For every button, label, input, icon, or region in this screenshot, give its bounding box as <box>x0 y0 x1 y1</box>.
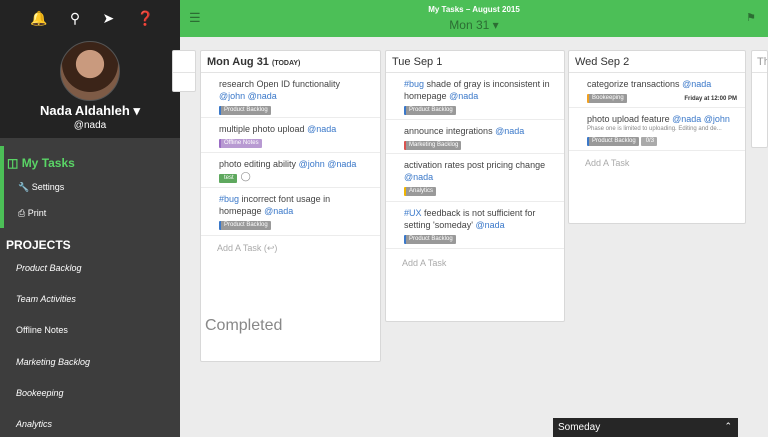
task-mentions[interactable]: @nada <box>682 79 711 89</box>
active-indicator <box>0 146 4 228</box>
menu-settings[interactable]: 🔧 Settings <box>18 182 64 193</box>
task-description: Phase one is limited to uploading. Editi… <box>587 126 722 132</box>
project-team-activities[interactable]: Team Activities <box>16 294 76 304</box>
task-text: multiple photo upload <box>219 124 305 134</box>
column-wed: Wed Sep 2 categorize transactions @nada … <box>568 50 746 224</box>
projects-heading: PROJECTS <box>6 238 71 252</box>
task-text: photo upload feature <box>587 114 670 124</box>
user-handle: @nada <box>73 120 107 131</box>
column-mon-header: Mon Aug 31 (TODAY) <box>201 51 380 73</box>
today-label: (TODAY) <box>272 60 301 67</box>
menu-print[interactable]: ⎙ Print <box>18 208 46 219</box>
bell-icon[interactable]: 🔔 <box>30 10 47 26</box>
task-item[interactable]: #UX feedback is not sufficient for setti… <box>386 202 564 249</box>
task-mentions[interactable]: @john @nada <box>219 91 277 101</box>
inbox-icon: ◫ <box>7 156 19 170</box>
column-previous-header <box>173 51 195 73</box>
task-mentions[interactable]: @nada <box>264 206 293 216</box>
project-badge[interactable]: Product Backlog <box>219 106 271 115</box>
column-wed-header: Wed Sep 2 <box>569 51 745 73</box>
task-item[interactable]: categorize transactions @nada Bookeeping… <box>569 73 745 108</box>
add-task-input[interactable]: Add A Task <box>569 151 745 168</box>
tag-icon[interactable]: ⚑ <box>746 11 756 24</box>
project-badge[interactable]: Product Backlog <box>219 221 271 230</box>
user-name[interactable]: Nada Aldahleh ▾ <box>0 103 180 119</box>
column-previous-day <box>172 50 196 92</box>
task-item[interactable]: photo editing ability @john @nada test ◯ <box>201 153 380 188</box>
task-text: research Open ID functionality <box>219 79 341 89</box>
task-item[interactable]: activation rates post pricing change @nad… <box>386 154 564 202</box>
page-title: My Tasks – August 2015 <box>428 5 520 14</box>
menu-my-tasks[interactable]: ◫ My Tasks <box>7 156 75 170</box>
task-item[interactable]: #bug shade of gray is inconsistent in ho… <box>386 73 564 120</box>
task-mentions[interactable]: @nada @john <box>672 114 730 124</box>
column-next-header: Th <box>752 51 767 73</box>
add-task-input[interactable]: Add A Task (↩) <box>201 236 380 254</box>
task-mentions[interactable]: @nada <box>476 220 505 230</box>
top-icon-bar: 🔔 ⚲ ➤ ❓ <box>30 10 154 26</box>
task-item[interactable]: research Open ID functionality @john @nad… <box>201 73 380 118</box>
task-text: categorize transactions <box>587 79 680 89</box>
project-badge[interactable]: Offline Notes <box>219 139 262 148</box>
task-mentions[interactable]: @nada <box>449 91 478 101</box>
profile-panel: 🔔 ⚲ ➤ ❓ Nada Aldahleh ▾ @nada <box>0 0 180 138</box>
task-hashtag[interactable]: #bug <box>219 194 239 204</box>
add-task-input[interactable]: Add A Task <box>386 249 564 268</box>
print-icon: ⎙ <box>18 208 26 218</box>
due-time: Friday at 12:00 PM <box>684 96 737 102</box>
chevron-up-icon[interactable]: ⌃ <box>724 421 732 432</box>
task-item[interactable]: multiple photo upload @nada Offline Note… <box>201 118 380 153</box>
search-icon[interactable]: ⚲ <box>70 10 80 26</box>
comment-icon[interactable]: ◯ <box>241 171 251 181</box>
task-mentions[interactable]: @nada <box>495 126 524 136</box>
task-hashtag[interactable]: #bug <box>404 79 424 89</box>
help-icon[interactable]: ❓ <box>137 10 154 26</box>
someday-drawer[interactable]: Someday ⌃ <box>553 418 738 437</box>
task-mentions[interactable]: @nada <box>307 124 336 134</box>
top-header: ☰ My Tasks – August 2015 Mon 31 ▾ ⚑ <box>180 0 768 37</box>
avatar[interactable] <box>60 41 120 101</box>
task-item[interactable]: announce integrations @nada Marketing Ba… <box>386 120 564 154</box>
column-mon-title: Mon Aug 31 <box>207 56 269 68</box>
task-text: announce integrations <box>404 126 493 136</box>
sidebar: 🔔 ⚲ ➤ ❓ Nada Aldahleh ▾ @nada ◫ My Tasks… <box>0 0 180 437</box>
completed-section-title[interactable]: Completed <box>205 317 282 335</box>
someday-label: Someday <box>558 422 601 433</box>
project-badge[interactable]: Product Backlog <box>587 137 639 146</box>
task-mentions[interactable]: @nada <box>404 172 433 182</box>
task-text: activation rates post pricing change <box>404 160 546 170</box>
date-selector[interactable]: Mon 31 ▾ <box>180 18 768 32</box>
column-tue-header: Tue Sep 1 <box>386 51 564 73</box>
task-text: photo editing ability <box>219 159 297 169</box>
project-analytics[interactable]: Analytics <box>16 419 52 429</box>
column-tue: Tue Sep 1 #bug shade of gray is inconsis… <box>385 50 565 322</box>
task-hashtag[interactable]: #UX <box>404 208 422 218</box>
menu-my-tasks-label: My Tasks <box>21 156 75 170</box>
column-mon: Mon Aug 31 (TODAY) research Open ID func… <box>200 50 381 362</box>
project-badge[interactable]: Product Backlog <box>404 106 456 115</box>
project-bookeeping[interactable]: Bookeeping <box>16 388 64 398</box>
menu-settings-label: Settings <box>31 182 65 192</box>
project-badge[interactable]: Marketing Backlog <box>404 141 462 150</box>
project-badge[interactable]: Bookeeping <box>587 94 627 103</box>
task-mentions[interactable]: @john @nada <box>299 159 357 169</box>
wrench-icon: 🔧 <box>18 182 30 192</box>
task-item[interactable]: #bug incorrect font usage in homepage @n… <box>201 188 380 236</box>
column-next-day: Th <box>751 50 768 148</box>
tag-badge[interactable]: test <box>219 174 237 183</box>
project-badge[interactable]: Analytics <box>404 187 437 196</box>
project-badge[interactable]: Product Backlog <box>404 235 456 244</box>
project-product-backlog[interactable]: Product Backlog <box>16 263 82 273</box>
menu-print-label: Print <box>27 208 47 218</box>
task-text: feedback is not sufficient for setting '… <box>404 208 536 230</box>
project-marketing-backlog[interactable]: Marketing Backlog <box>16 357 90 367</box>
paper-plane-icon[interactable]: ➤ <box>102 10 114 26</box>
subtask-count: 0/3 <box>640 137 658 146</box>
task-item[interactable]: photo upload feature @nada @john Phase o… <box>569 108 745 151</box>
project-offline-notes[interactable]: Offline Notes <box>16 325 68 335</box>
